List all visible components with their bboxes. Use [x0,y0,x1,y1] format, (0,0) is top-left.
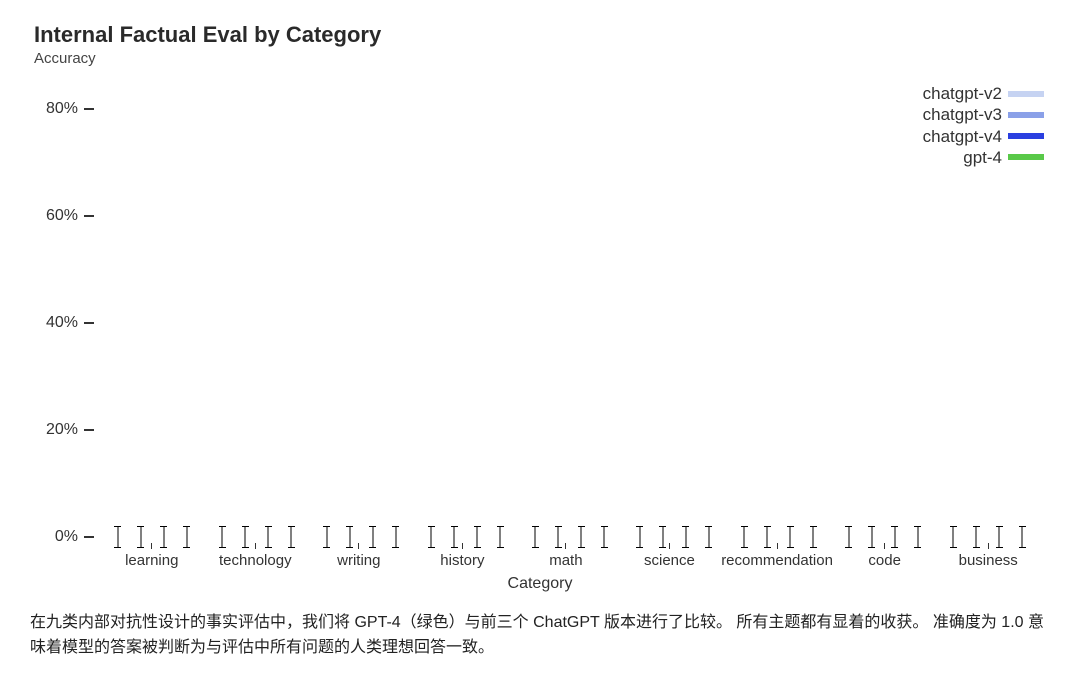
chart-title: Internal Factual Eval by Category [34,22,1050,48]
error-bar [186,526,187,547]
error-bar [813,526,814,547]
error-bar [326,526,327,547]
bar-groups [94,77,1046,537]
error-bar [222,526,223,547]
y-tick-label: 0% [55,528,78,546]
error-bar [639,526,640,547]
error-bar [500,526,501,547]
error-bar [245,526,246,547]
error-bar [894,526,895,547]
error-bar [454,526,455,547]
y-tick: 60% [30,207,94,225]
error-bar [372,526,373,547]
x-tick-label: technology [219,552,292,569]
y-tick-label: 20% [46,421,78,439]
x-tick-mark [462,543,463,549]
y-tick: 20% [30,421,94,439]
error-bar [976,526,977,547]
x-tick-label: recommendation [721,552,833,569]
x-tick-mark [669,543,670,549]
error-bar [953,526,954,547]
legend-swatch [1008,133,1044,139]
error-bar [848,526,849,547]
y-tick-mark [84,215,94,217]
legend-item-chatgpt-v3: chatgpt-v3 [923,104,1044,125]
error-bar [604,526,605,547]
x-tick-mark [255,543,256,549]
y-tick-mark [84,322,94,324]
chart-area: chatgpt-v2chatgpt-v3chatgpt-v4gpt-4 0%20… [30,77,1050,593]
error-bar [535,526,536,547]
legend: chatgpt-v2chatgpt-v3chatgpt-v4gpt-4 [923,83,1044,168]
legend-label: chatgpt-v3 [923,104,1002,125]
legend-item-chatgpt-v2: chatgpt-v2 [923,83,1044,104]
error-bar [117,526,118,547]
legend-label: chatgpt-v4 [923,126,1002,147]
y-tick: 40% [30,314,94,332]
y-tick-label: 80% [46,100,78,118]
legend-item-gpt-4: gpt-4 [923,147,1044,168]
error-bar [871,526,872,547]
legend-swatch [1008,112,1044,118]
legend-swatch [1008,91,1044,97]
x-tick-label: science [644,552,695,569]
y-tick: 80% [30,100,94,118]
error-bar [767,526,768,547]
x-axis-labels: learning technology writing history math scie… [94,537,1046,569]
error-bar [349,526,350,547]
error-bar [431,526,432,547]
legend-swatch [1008,154,1044,160]
y-axis-label: Accuracy [34,50,1050,67]
error-bar [662,526,663,547]
x-tick-mark [151,543,152,549]
error-bar [268,526,269,547]
y-tick-label: 60% [46,207,78,225]
error-bar [163,526,164,547]
error-bar [581,526,582,547]
chart-caption: 在九类内部对抗性设计的事实评估中，我们将 GPT-4（绿色）与前三个 ChatG… [30,611,1050,661]
x-tick-mark [358,543,359,549]
x-tick-mark [988,543,989,549]
legend-label: gpt-4 [963,147,1002,168]
x-tick-label: business [959,552,1018,569]
y-tick: 0% [30,528,94,546]
error-bar [1022,526,1023,547]
error-bar [744,526,745,547]
error-bar [477,526,478,547]
plot-area: 0%20%40%60%80% [94,77,1046,537]
error-bar [999,526,1000,547]
error-bar [790,526,791,547]
x-tick-label: history [440,552,484,569]
y-axis: 0%20%40%60%80% [30,77,94,537]
y-tick-mark [84,429,94,431]
error-bar [685,526,686,547]
x-axis-title: Category [30,575,1050,593]
error-bar [140,526,141,547]
x-tick-label: writing [337,552,380,569]
error-bar [917,526,918,547]
error-bar [558,526,559,547]
y-tick-mark [84,108,94,110]
x-tick-mark [565,543,566,549]
x-tick-label: math [549,552,582,569]
y-tick-mark [84,536,94,538]
legend-item-chatgpt-v4: chatgpt-v4 [923,126,1044,147]
error-bar [708,526,709,547]
legend-label: chatgpt-v2 [923,83,1002,104]
x-tick-mark [884,543,885,549]
x-tick-label: learning [125,552,178,569]
x-tick-mark [777,543,778,549]
x-tick-label: code [868,552,901,569]
error-bar [395,526,396,547]
error-bar [291,526,292,547]
y-tick-label: 40% [46,314,78,332]
